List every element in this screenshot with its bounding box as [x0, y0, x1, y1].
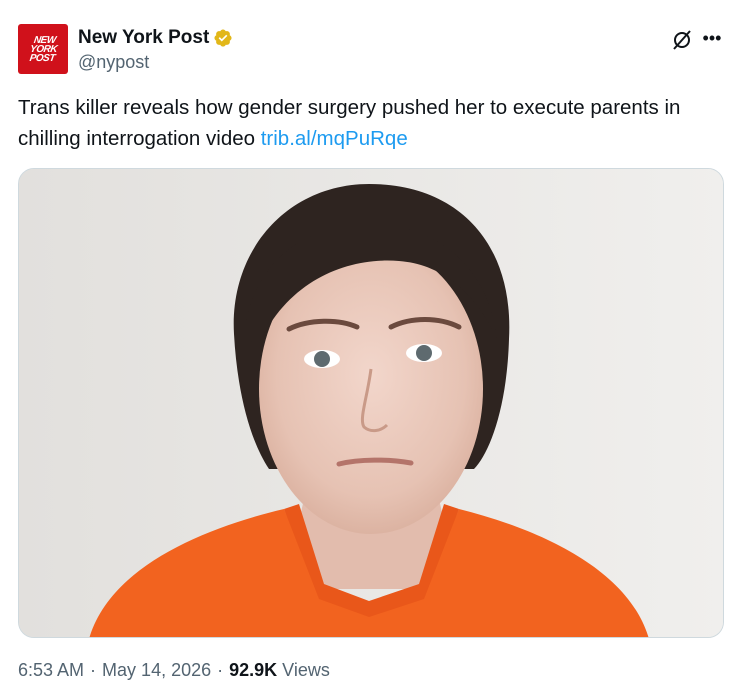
- avatar[interactable]: NEW YORK POST: [18, 24, 68, 74]
- portrait-photo: [19, 169, 723, 637]
- display-name[interactable]: New York Post: [78, 27, 209, 49]
- tweet-meta: 6:53 AM · May 14, 2026 · 92.9K Views: [18, 660, 330, 681]
- tweet-header: NEW YORK POST New York Post @nypost •••: [18, 24, 724, 76]
- tweet-link[interactable]: trib.al/mqPuRqe: [261, 127, 408, 150]
- nypost-logo: NEW YORK POST: [28, 34, 58, 64]
- views-count: 92.9K: [229, 660, 278, 680]
- handle[interactable]: @nypost: [78, 52, 149, 73]
- tweet-text: Trans killer reveals how gender surgery …: [18, 92, 724, 154]
- name-row: New York Post: [78, 27, 233, 49]
- grok-icon[interactable]: [670, 28, 694, 52]
- tweet-media-image[interactable]: [18, 168, 724, 638]
- verified-badge-icon: [214, 29, 232, 47]
- tweet-date[interactable]: May 14, 2026: [102, 660, 211, 681]
- separator: ·: [217, 660, 224, 680]
- views-label: Views: [282, 660, 330, 680]
- tweet-time[interactable]: 6:53 AM: [18, 660, 84, 681]
- separator: ·: [90, 660, 97, 680]
- more-icon[interactable]: •••: [700, 28, 724, 52]
